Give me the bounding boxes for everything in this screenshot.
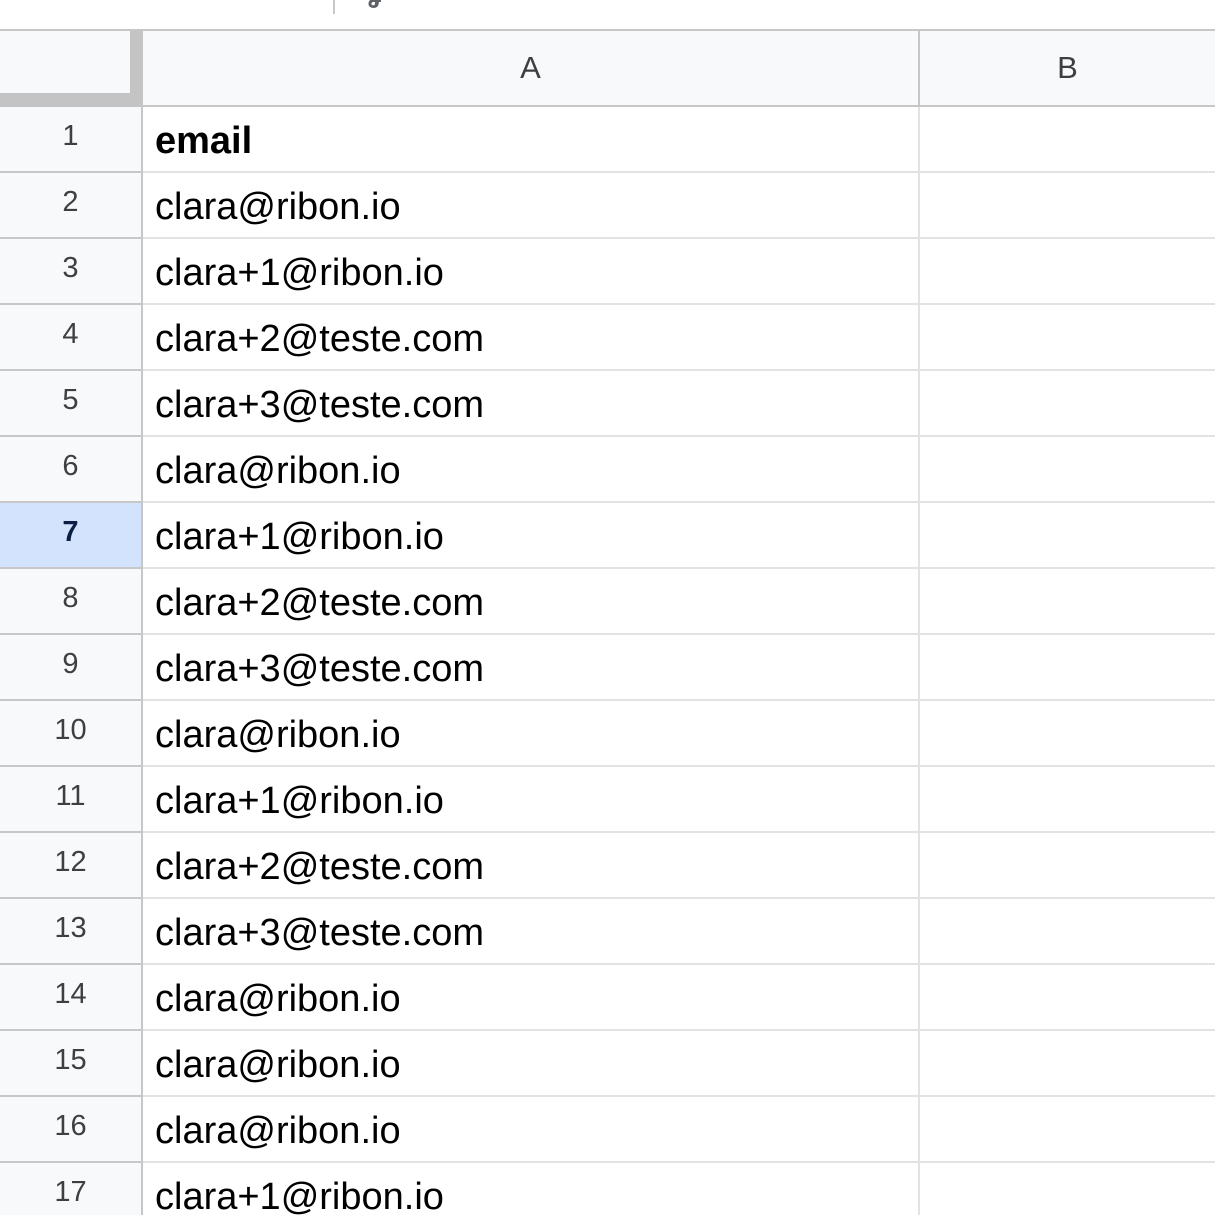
table-row: 8 clara+2@teste.com (0, 569, 1215, 635)
row-header-15[interactable]: 15 (0, 1031, 143, 1097)
formula-bar-text[interactable]: ʝ (368, 0, 381, 8)
row-header-11[interactable]: 11 (0, 767, 143, 833)
cell-a16[interactable]: clara@ribon.io (143, 1097, 920, 1163)
row-header-16[interactable]: 16 (0, 1097, 143, 1163)
row-header-2[interactable]: 2 (0, 173, 143, 239)
table-row: 17 clara+1@ribon.io (0, 1163, 1215, 1215)
cell-a11[interactable]: clara+1@ribon.io (143, 767, 920, 833)
row-header-4[interactable]: 4 (0, 305, 143, 371)
cell-b9[interactable] (920, 635, 1215, 701)
table-row: 1 email (0, 107, 1215, 173)
cell-b15[interactable] (920, 1031, 1215, 1097)
row-header-1[interactable]: 1 (0, 107, 143, 173)
table-row: 6 clara@ribon.io (0, 437, 1215, 503)
cell-b14[interactable] (920, 965, 1215, 1031)
cell-a14[interactable]: clara@ribon.io (143, 965, 920, 1031)
select-all-corner[interactable] (0, 31, 143, 107)
table-row: 15 clara@ribon.io (0, 1031, 1215, 1097)
cell-a1[interactable]: email (143, 107, 920, 173)
cell-a17[interactable]: clara+1@ribon.io (143, 1163, 920, 1215)
row-header-10[interactable]: 10 (0, 701, 143, 767)
table-row: 5 clara+3@teste.com (0, 371, 1215, 437)
cell-a13[interactable]: clara+3@teste.com (143, 899, 920, 965)
table-row: 3 clara+1@ribon.io (0, 239, 1215, 305)
cell-b8[interactable] (920, 569, 1215, 635)
cell-a9[interactable]: clara+3@teste.com (143, 635, 920, 701)
cell-b16[interactable] (920, 1097, 1215, 1163)
cell-b6[interactable] (920, 437, 1215, 503)
column-header-a[interactable]: A (143, 31, 920, 107)
row-header-6[interactable]: 6 (0, 437, 143, 503)
table-row: 9 clara+3@teste.com (0, 635, 1215, 701)
table-row: 14 clara@ribon.io (0, 965, 1215, 1031)
cell-b4[interactable] (920, 305, 1215, 371)
row-header-7[interactable]: 7 (0, 503, 143, 569)
table-row: 16 clara@ribon.io (0, 1097, 1215, 1163)
cell-a4[interactable]: clara+2@teste.com (143, 305, 920, 371)
table-row: 13 clara+3@teste.com (0, 899, 1215, 965)
cell-a2[interactable]: clara@ribon.io (143, 173, 920, 239)
table-row: 12 clara+2@teste.com (0, 833, 1215, 899)
row-header-5[interactable]: 5 (0, 371, 143, 437)
cell-b12[interactable] (920, 833, 1215, 899)
cell-a7[interactable]: clara+1@ribon.io (143, 503, 920, 569)
formula-bar[interactable]: ʝ (0, 0, 1215, 31)
table-row: 4 clara+2@teste.com (0, 305, 1215, 371)
cell-b5[interactable] (920, 371, 1215, 437)
frozen-row-handle[interactable] (0, 93, 143, 107)
table-row: 7 clara+1@ribon.io (0, 503, 1215, 569)
cell-a8[interactable]: clara+2@teste.com (143, 569, 920, 635)
row-header-14[interactable]: 14 (0, 965, 143, 1031)
row-header-17[interactable]: 17 (0, 1163, 143, 1215)
row-header-8[interactable]: 8 (0, 569, 143, 635)
cell-b11[interactable] (920, 767, 1215, 833)
cell-b2[interactable] (920, 173, 1215, 239)
row-header-13[interactable]: 13 (0, 899, 143, 965)
cell-a5[interactable]: clara+3@teste.com (143, 371, 920, 437)
cell-b17[interactable] (920, 1163, 1215, 1215)
cell-b7[interactable] (920, 503, 1215, 569)
spreadsheet-grid: A B 1 email 2 clara@ribon.io 3 clara+1@ribon.… (0, 31, 1215, 1215)
table-row: 11 clara+1@ribon.io (0, 767, 1215, 833)
cell-a6[interactable]: clara@ribon.io (143, 437, 920, 503)
cell-a12[interactable]: clara+2@teste.com (143, 833, 920, 899)
formula-bar-divider (333, 0, 335, 14)
row-header-9[interactable]: 9 (0, 635, 143, 701)
cell-a3[interactable]: clara+1@ribon.io (143, 239, 920, 305)
cell-a15[interactable]: clara@ribon.io (143, 1031, 920, 1097)
cell-b3[interactable] (920, 239, 1215, 305)
cell-a10[interactable]: clara@ribon.io (143, 701, 920, 767)
cell-b13[interactable] (920, 899, 1215, 965)
row-header-12[interactable]: 12 (0, 833, 143, 899)
table-row: 10 clara@ribon.io (0, 701, 1215, 767)
cell-b1[interactable] (920, 107, 1215, 173)
column-header-b[interactable]: B (920, 31, 1215, 107)
cell-b10[interactable] (920, 701, 1215, 767)
rows-container: 1 email 2 clara@ribon.io 3 clara+1@ribon.io 4 c… (0, 107, 1215, 1215)
row-header-3[interactable]: 3 (0, 239, 143, 305)
table-row: 2 clara@ribon.io (0, 173, 1215, 239)
